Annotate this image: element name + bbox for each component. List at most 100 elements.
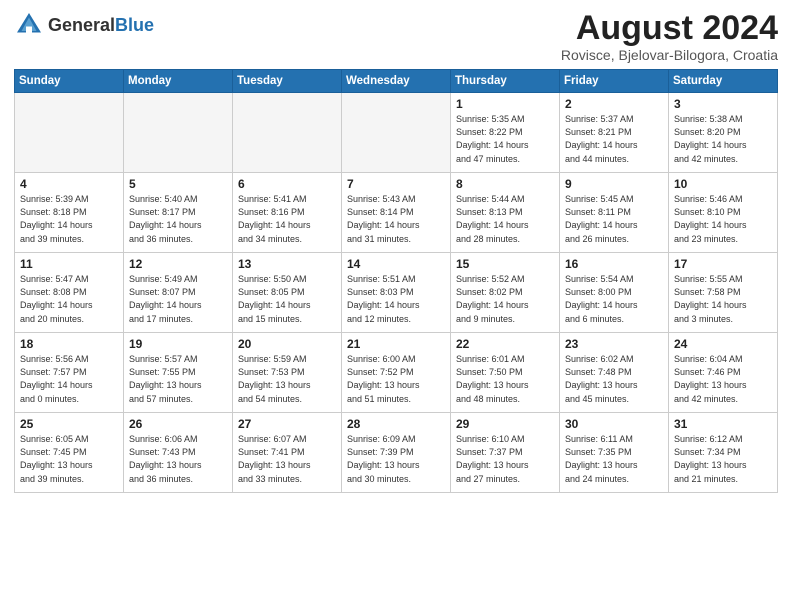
day-number: 2	[565, 97, 663, 111]
week-row-2: 11 Sunrise: 5:47 AM Sunset: 8:08 PM Dayli…	[15, 253, 778, 333]
day-info: Sunrise: 5:40 AM Sunset: 8:17 PM Dayligh…	[129, 193, 227, 245]
calendar-cell-w4-d1: 26 Sunrise: 6:06 AM Sunset: 7:43 PM Dayli…	[124, 413, 233, 493]
day-number: 31	[674, 417, 772, 431]
calendar-cell-w2-d5: 16 Sunrise: 5:54 AM Sunset: 8:00 PM Dayli…	[560, 253, 669, 333]
day-number: 7	[347, 177, 445, 191]
day-info: Sunrise: 5:39 AM Sunset: 8:18 PM Dayligh…	[20, 193, 118, 245]
header-thursday: Thursday	[451, 70, 560, 93]
day-number: 23	[565, 337, 663, 351]
day-info: Sunrise: 5:59 AM Sunset: 7:53 PM Dayligh…	[238, 353, 336, 405]
calendar-cell-w3-d5: 23 Sunrise: 6:02 AM Sunset: 7:48 PM Dayli…	[560, 333, 669, 413]
day-number: 24	[674, 337, 772, 351]
day-number: 28	[347, 417, 445, 431]
day-info: Sunrise: 6:11 AM Sunset: 7:35 PM Dayligh…	[565, 433, 663, 485]
day-number: 29	[456, 417, 554, 431]
logo: GeneralBlue	[14, 10, 154, 40]
day-info: Sunrise: 6:05 AM Sunset: 7:45 PM Dayligh…	[20, 433, 118, 485]
week-row-0: 1Sunrise: 5:35 AM Sunset: 8:22 PM Daylig…	[15, 93, 778, 173]
day-number: 17	[674, 257, 772, 271]
day-info: Sunrise: 6:00 AM Sunset: 7:52 PM Dayligh…	[347, 353, 445, 405]
calendar-cell-w2-d4: 15 Sunrise: 5:52 AM Sunset: 8:02 PM Dayli…	[451, 253, 560, 333]
header-friday: Friday	[560, 70, 669, 93]
day-number: 15	[456, 257, 554, 271]
calendar-table: Sunday Monday Tuesday Wednesday Thursday…	[14, 69, 778, 493]
day-number: 20	[238, 337, 336, 351]
day-info: Sunrise: 6:06 AM Sunset: 7:43 PM Dayligh…	[129, 433, 227, 485]
calendar-cell-w1-d0: 4 Sunrise: 5:39 AM Sunset: 8:18 PM Daylig…	[15, 173, 124, 253]
calendar-body: 1Sunrise: 5:35 AM Sunset: 8:22 PM Daylig…	[15, 93, 778, 493]
calendar-cell-w0-d2	[233, 93, 342, 173]
calendar-cell-w2-d6: 17 Sunrise: 5:55 AM Sunset: 7:58 PM Dayli…	[669, 253, 778, 333]
calendar-cell-w4-d5: 30 Sunrise: 6:11 AM Sunset: 7:35 PM Dayli…	[560, 413, 669, 493]
day-info: Sunrise: 5:52 AM Sunset: 8:02 PM Dayligh…	[456, 273, 554, 325]
day-number: 18	[20, 337, 118, 351]
day-info: Sunrise: 5:37 AM Sunset: 8:21 PM Dayligh…	[565, 113, 663, 165]
header-sunday: Sunday	[15, 70, 124, 93]
calendar-cell-w2-d0: 11 Sunrise: 5:47 AM Sunset: 8:08 PM Dayli…	[15, 253, 124, 333]
week-row-1: 4 Sunrise: 5:39 AM Sunset: 8:18 PM Daylig…	[15, 173, 778, 253]
header-row: Sunday Monday Tuesday Wednesday Thursday…	[15, 70, 778, 93]
title-block: August 2024 Rovisce, Bjelovar-Bilogora, …	[561, 10, 778, 63]
day-number: 19	[129, 337, 227, 351]
day-number: 16	[565, 257, 663, 271]
day-number: 30	[565, 417, 663, 431]
calendar-cell-w3-d2: 20 Sunrise: 5:59 AM Sunset: 7:53 PM Dayli…	[233, 333, 342, 413]
day-info: Sunrise: 5:44 AM Sunset: 8:13 PM Dayligh…	[456, 193, 554, 245]
day-info: Sunrise: 6:02 AM Sunset: 7:48 PM Dayligh…	[565, 353, 663, 405]
calendar-cell-w3-d3: 21 Sunrise: 6:00 AM Sunset: 7:52 PM Dayli…	[342, 333, 451, 413]
day-info: Sunrise: 5:51 AM Sunset: 8:03 PM Dayligh…	[347, 273, 445, 325]
calendar-cell-w3-d6: 24 Sunrise: 6:04 AM Sunset: 7:46 PM Dayli…	[669, 333, 778, 413]
day-info: Sunrise: 5:56 AM Sunset: 7:57 PM Dayligh…	[20, 353, 118, 405]
day-number: 4	[20, 177, 118, 191]
day-number: 3	[674, 97, 772, 111]
day-info: Sunrise: 5:49 AM Sunset: 8:07 PM Dayligh…	[129, 273, 227, 325]
logo-blue: Blue	[115, 15, 154, 35]
day-info: Sunrise: 6:07 AM Sunset: 7:41 PM Dayligh…	[238, 433, 336, 485]
calendar-cell-w4-d0: 25 Sunrise: 6:05 AM Sunset: 7:45 PM Dayli…	[15, 413, 124, 493]
week-row-4: 25 Sunrise: 6:05 AM Sunset: 7:45 PM Dayli…	[15, 413, 778, 493]
day-info: Sunrise: 5:45 AM Sunset: 8:11 PM Dayligh…	[565, 193, 663, 245]
day-number: 13	[238, 257, 336, 271]
day-info: Sunrise: 6:01 AM Sunset: 7:50 PM Dayligh…	[456, 353, 554, 405]
day-number: 5	[129, 177, 227, 191]
logo-icon	[14, 10, 44, 40]
header: GeneralBlue August 2024 Rovisce, Bjelova…	[14, 10, 778, 63]
calendar-cell-w4-d3: 28 Sunrise: 6:09 AM Sunset: 7:39 PM Dayli…	[342, 413, 451, 493]
day-number: 21	[347, 337, 445, 351]
day-info: Sunrise: 6:12 AM Sunset: 7:34 PM Dayligh…	[674, 433, 772, 485]
day-info: Sunrise: 5:50 AM Sunset: 8:05 PM Dayligh…	[238, 273, 336, 325]
calendar-cell-w1-d2: 6Sunrise: 5:41 AM Sunset: 8:16 PM Daylig…	[233, 173, 342, 253]
day-number: 25	[20, 417, 118, 431]
day-info: Sunrise: 6:09 AM Sunset: 7:39 PM Dayligh…	[347, 433, 445, 485]
day-info: Sunrise: 5:55 AM Sunset: 7:58 PM Dayligh…	[674, 273, 772, 325]
calendar-cell-w3-d0: 18 Sunrise: 5:56 AM Sunset: 7:57 PM Dayli…	[15, 333, 124, 413]
calendar-cell-w1-d4: 8Sunrise: 5:44 AM Sunset: 8:13 PM Daylig…	[451, 173, 560, 253]
day-number: 11	[20, 257, 118, 271]
month-year: August 2024	[561, 10, 778, 47]
calendar-cell-w0-d3	[342, 93, 451, 173]
header-monday: Monday	[124, 70, 233, 93]
calendar-cell-w2-d1: 12 Sunrise: 5:49 AM Sunset: 8:07 PM Dayli…	[124, 253, 233, 333]
calendar-cell-w1-d5: 9Sunrise: 5:45 AM Sunset: 8:11 PM Daylig…	[560, 173, 669, 253]
calendar-cell-w3-d4: 22 Sunrise: 6:01 AM Sunset: 7:50 PM Dayli…	[451, 333, 560, 413]
page: GeneralBlue August 2024 Rovisce, Bjelova…	[0, 0, 792, 503]
day-info: Sunrise: 5:46 AM Sunset: 8:10 PM Dayligh…	[674, 193, 772, 245]
day-info: Sunrise: 5:47 AM Sunset: 8:08 PM Dayligh…	[20, 273, 118, 325]
calendar-cell-w1-d1: 5 Sunrise: 5:40 AM Sunset: 8:17 PM Daylig…	[124, 173, 233, 253]
header-wednesday: Wednesday	[342, 70, 451, 93]
calendar-cell-w0-d6: 3Sunrise: 5:38 AM Sunset: 8:20 PM Daylig…	[669, 93, 778, 173]
day-number: 12	[129, 257, 227, 271]
day-info: Sunrise: 5:43 AM Sunset: 8:14 PM Dayligh…	[347, 193, 445, 245]
day-info: Sunrise: 5:54 AM Sunset: 8:00 PM Dayligh…	[565, 273, 663, 325]
logo-general: General	[48, 15, 115, 35]
calendar-cell-w2-d2: 13 Sunrise: 5:50 AM Sunset: 8:05 PM Dayli…	[233, 253, 342, 333]
day-number: 26	[129, 417, 227, 431]
day-info: Sunrise: 6:10 AM Sunset: 7:37 PM Dayligh…	[456, 433, 554, 485]
calendar-cell-w1-d3: 7 Sunrise: 5:43 AM Sunset: 8:14 PM Daylig…	[342, 173, 451, 253]
calendar-cell-w0-d5: 2 Sunrise: 5:37 AM Sunset: 8:21 PM Daylig…	[560, 93, 669, 173]
day-number: 27	[238, 417, 336, 431]
header-tuesday: Tuesday	[233, 70, 342, 93]
day-number: 22	[456, 337, 554, 351]
day-info: Sunrise: 6:04 AM Sunset: 7:46 PM Dayligh…	[674, 353, 772, 405]
calendar-cell-w3-d1: 19Sunrise: 5:57 AM Sunset: 7:55 PM Dayli…	[124, 333, 233, 413]
